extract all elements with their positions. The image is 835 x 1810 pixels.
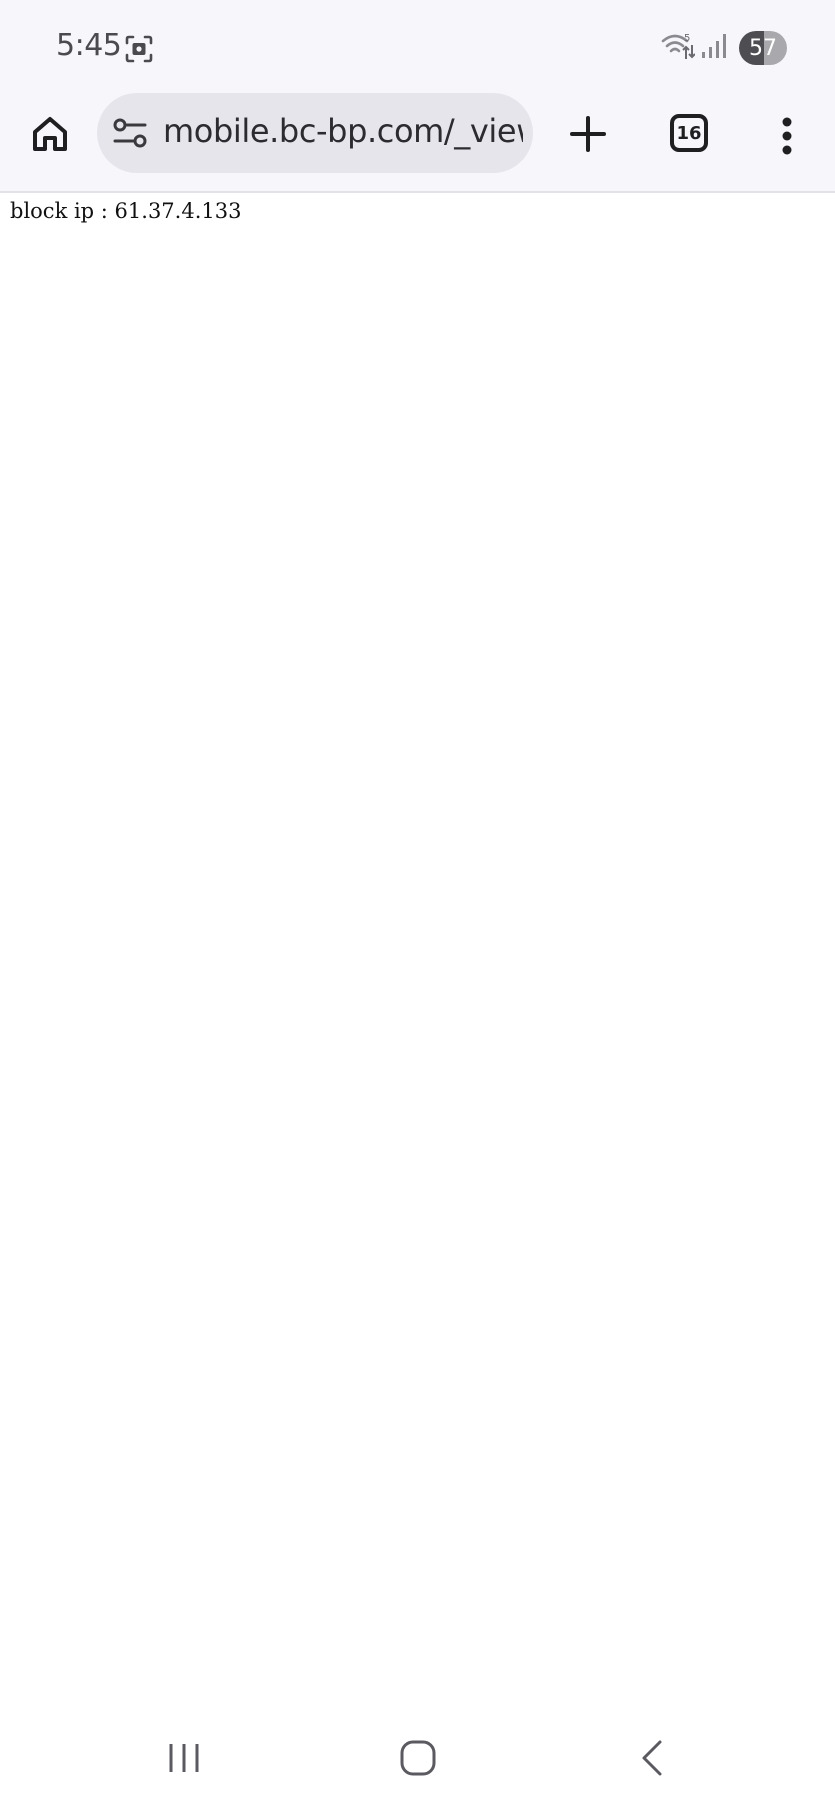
svg-text:5: 5 bbox=[684, 33, 690, 44]
block-ip-message: block ip : 61.37.4.133 bbox=[10, 199, 242, 223]
back-icon bbox=[638, 1738, 666, 1783]
address-bar[interactable]: mobile.bc-bp.com/_view bbox=[97, 93, 533, 173]
navigation-bar bbox=[0, 1710, 835, 1810]
plus-icon bbox=[569, 115, 607, 158]
home-nav-icon bbox=[398, 1738, 438, 1783]
status-icons: 5 57 bbox=[661, 30, 787, 66]
phone-screen: 5:45 5 57 mobile.bc-bp.com/_view 16 bloc… bbox=[0, 0, 835, 1810]
signal-icon bbox=[701, 32, 727, 65]
wifi-icon: 5 bbox=[661, 31, 696, 66]
recent-apps-button[interactable] bbox=[156, 1732, 212, 1788]
more-vert-icon[interactable] bbox=[770, 108, 804, 164]
screenshot-icon bbox=[124, 34, 154, 64]
tab-count: 16 bbox=[676, 122, 702, 144]
url-text[interactable]: mobile.bc-bp.com/_view bbox=[163, 112, 523, 150]
back-button[interactable] bbox=[624, 1732, 680, 1788]
status-bar: 5:45 5 57 bbox=[0, 0, 835, 96]
web-page: block ip : 61.37.4.133 bbox=[0, 193, 835, 1683]
battery-icon: 57 bbox=[739, 31, 787, 65]
recent-apps-icon bbox=[166, 1741, 202, 1780]
home-button[interactable] bbox=[26, 112, 74, 160]
site-settings-icon[interactable] bbox=[113, 117, 147, 149]
browser-toolbar: mobile.bc-bp.com/_view 16 bbox=[0, 93, 835, 193]
new-tab-button[interactable] bbox=[564, 112, 612, 160]
tab-switcher-icon[interactable]: 16 bbox=[670, 114, 708, 152]
status-time: 5:45 bbox=[56, 28, 122, 63]
home-nav-button[interactable] bbox=[390, 1732, 446, 1788]
home-icon bbox=[30, 114, 70, 159]
